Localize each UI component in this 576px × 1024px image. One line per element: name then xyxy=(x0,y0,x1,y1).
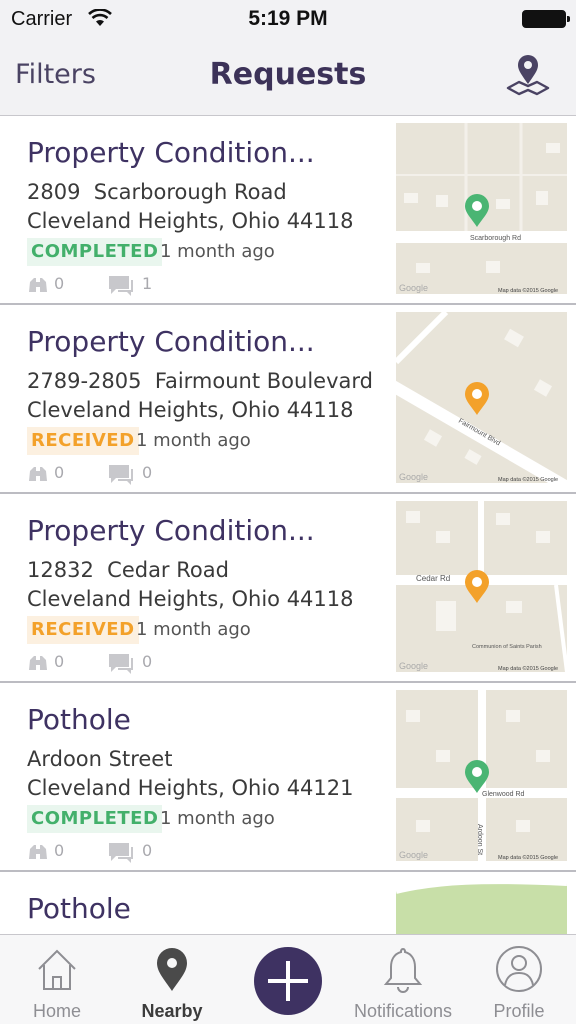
map-thumbnail[interactable] xyxy=(396,879,567,934)
request-title: Pothole xyxy=(27,703,131,736)
address-line-2: Cleveland Heights, Ohio 44118 xyxy=(27,209,354,233)
request-row[interactable]: Pothole xyxy=(0,872,576,934)
bell-icon xyxy=(383,947,423,993)
tab-label: Home xyxy=(32,1001,81,1021)
comment-icon xyxy=(109,843,133,863)
home-icon xyxy=(38,949,76,990)
map-attribution: Map data ©2015 Google xyxy=(498,476,558,483)
comment-icon xyxy=(109,276,133,296)
time-ago: 1 month ago xyxy=(160,808,275,829)
request-title: Property Condition... xyxy=(27,136,315,169)
tab-nearby[interactable]: Nearby xyxy=(114,935,230,1024)
tab-label: Profile xyxy=(493,1001,545,1021)
status-badge: COMPLETED xyxy=(27,805,163,833)
address-line-1: 2809 Scarborough Road xyxy=(27,180,287,204)
address-line-1: Ardoon Street xyxy=(27,747,173,771)
follow-count: 0 xyxy=(54,463,65,482)
address-line-2: Cleveland Heights, Ohio 44121 xyxy=(27,776,354,800)
status-badge: RECEIVED xyxy=(27,616,139,644)
status-badge: RECEIVED xyxy=(27,427,139,455)
status-badge: COMPLETED xyxy=(27,238,163,266)
request-list[interactable]: Property Condition... 2809 Scarborough R… xyxy=(0,116,576,934)
map-street-label: Cedar Rd xyxy=(416,574,450,583)
binoculars-icon xyxy=(29,278,47,292)
map-logo: Google xyxy=(399,850,428,860)
follow-count: 0 xyxy=(54,652,65,671)
time-ago: 1 month ago xyxy=(160,241,275,262)
follow-count: 0 xyxy=(54,274,65,293)
map-attribution: Map data ©2015 Google xyxy=(498,665,558,672)
filters-button[interactable]: Filters xyxy=(15,59,96,90)
map-street-label: Glenwood Rd xyxy=(482,791,525,798)
address-line-2: Cleveland Heights, Ohio 44118 xyxy=(27,587,354,611)
tab-notifications[interactable]: Notifications xyxy=(344,935,462,1024)
map-street-label-2: Ardoon St xyxy=(476,824,483,855)
map-thumbnail[interactable]: Scarborough Rd Google Map data ©2015 Goo… xyxy=(396,123,567,294)
follow-count: 0 xyxy=(54,841,65,860)
comment-count: 0 xyxy=(142,463,153,482)
binoculars-icon xyxy=(29,467,47,481)
time-ago: 1 month ago xyxy=(136,619,251,640)
binoculars-icon xyxy=(29,656,47,670)
address-line-1: 12832 Cedar Road xyxy=(27,558,229,582)
map-poi-label: Communion of Saints Parish xyxy=(472,644,542,650)
map-logo: Google xyxy=(399,283,428,293)
map-thumbnail[interactable]: Fairmount Blvd Google Map data ©2015 Goo… xyxy=(396,312,567,483)
comment-icon xyxy=(109,465,133,485)
request-title: Pothole xyxy=(27,892,131,925)
location-pin-icon xyxy=(157,948,187,991)
profile-icon xyxy=(496,946,542,992)
status-bar: Carrier 5:19 PM xyxy=(0,0,576,38)
binoculars-icon xyxy=(29,845,47,859)
comment-count: 1 xyxy=(142,274,153,293)
navigation-bar: Filters Requests xyxy=(0,38,576,116)
map-street-label: Scarborough Rd xyxy=(470,235,521,242)
address-line-2: Cleveland Heights, Ohio 44118 xyxy=(27,398,354,422)
tab-profile[interactable]: Profile xyxy=(462,935,576,1024)
battery-icon xyxy=(522,10,570,28)
map-logo: Google xyxy=(399,472,428,482)
tab-home[interactable]: Home xyxy=(0,935,114,1024)
comment-count: 0 xyxy=(142,652,153,671)
request-row[interactable]: Property Condition... 2809 Scarborough R… xyxy=(0,116,576,305)
address-line-1: 2789-2805 Fairmount Boulevard xyxy=(27,369,373,393)
comment-icon xyxy=(109,654,133,674)
map-thumbnail[interactable]: Glenwood Rd Ardoon St Google Map data ©2… xyxy=(396,690,567,861)
tab-label: Nearby xyxy=(141,1001,203,1021)
tab-label: Notifications xyxy=(353,1001,453,1021)
request-title: Property Condition... xyxy=(27,514,315,547)
time-ago: 1 month ago xyxy=(136,430,251,451)
request-row[interactable]: Property Condition... 12832 Cedar Road C… xyxy=(0,494,576,683)
new-request-button[interactable] xyxy=(254,947,322,1015)
request-row[interactable]: Property Condition... 2789-2805 Fairmoun… xyxy=(0,305,576,494)
request-row[interactable]: Pothole Ardoon Street Cleveland Heights,… xyxy=(0,683,576,872)
comment-count: 0 xyxy=(142,841,153,860)
map-attribution: Map data ©2015 Google xyxy=(498,854,558,861)
map-view-icon[interactable] xyxy=(504,52,552,100)
tab-bar: Home Nearby Notifications Profile xyxy=(0,934,576,1024)
clock: 5:19 PM xyxy=(248,7,328,30)
map-logo: Google xyxy=(399,661,428,671)
map-attribution: Map data ©2015 Google xyxy=(498,287,558,294)
map-thumbnail[interactable]: Cedar Rd Communion of Saints Parish Goog… xyxy=(396,501,567,672)
request-title: Property Condition... xyxy=(27,325,315,358)
